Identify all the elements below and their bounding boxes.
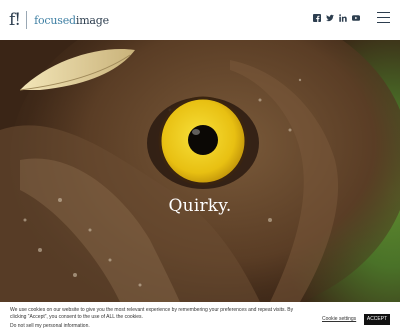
logo-text-image: image [75,13,109,27]
menu-line [377,12,390,13]
cookie-message: We use cookies on our website to give yo… [10,307,294,320]
facebook-icon[interactable] [313,14,321,22]
linkedin-icon[interactable] [339,14,347,22]
owl-photo [0,40,400,302]
menu-line [377,17,390,18]
menu-line [377,22,390,23]
logo-text-focused: focused [34,13,76,27]
cookie-consent-bar: We use cookies on our website to give yo… [0,302,400,335]
site-header: f! focusedimage [0,0,400,40]
twitter-icon[interactable] [326,14,334,22]
hero-image: Quirky. [0,40,400,302]
youtube-icon[interactable] [352,14,360,22]
hamburger-menu-icon[interactable] [377,12,390,23]
logo-divider [26,11,28,29]
do-not-sell-link[interactable]: Do not sell my personal information. [10,323,90,330]
accept-button[interactable]: ACCEPT [364,314,390,325]
logo[interactable]: f! focusedimage [9,0,109,40]
hero-title: Quirky. [168,196,232,216]
cookie-settings-link[interactable]: Cookie settings [322,316,356,323]
logo-text: focusedimage [34,15,109,26]
social-links [313,14,360,22]
logo-mark: f! [9,9,21,30]
